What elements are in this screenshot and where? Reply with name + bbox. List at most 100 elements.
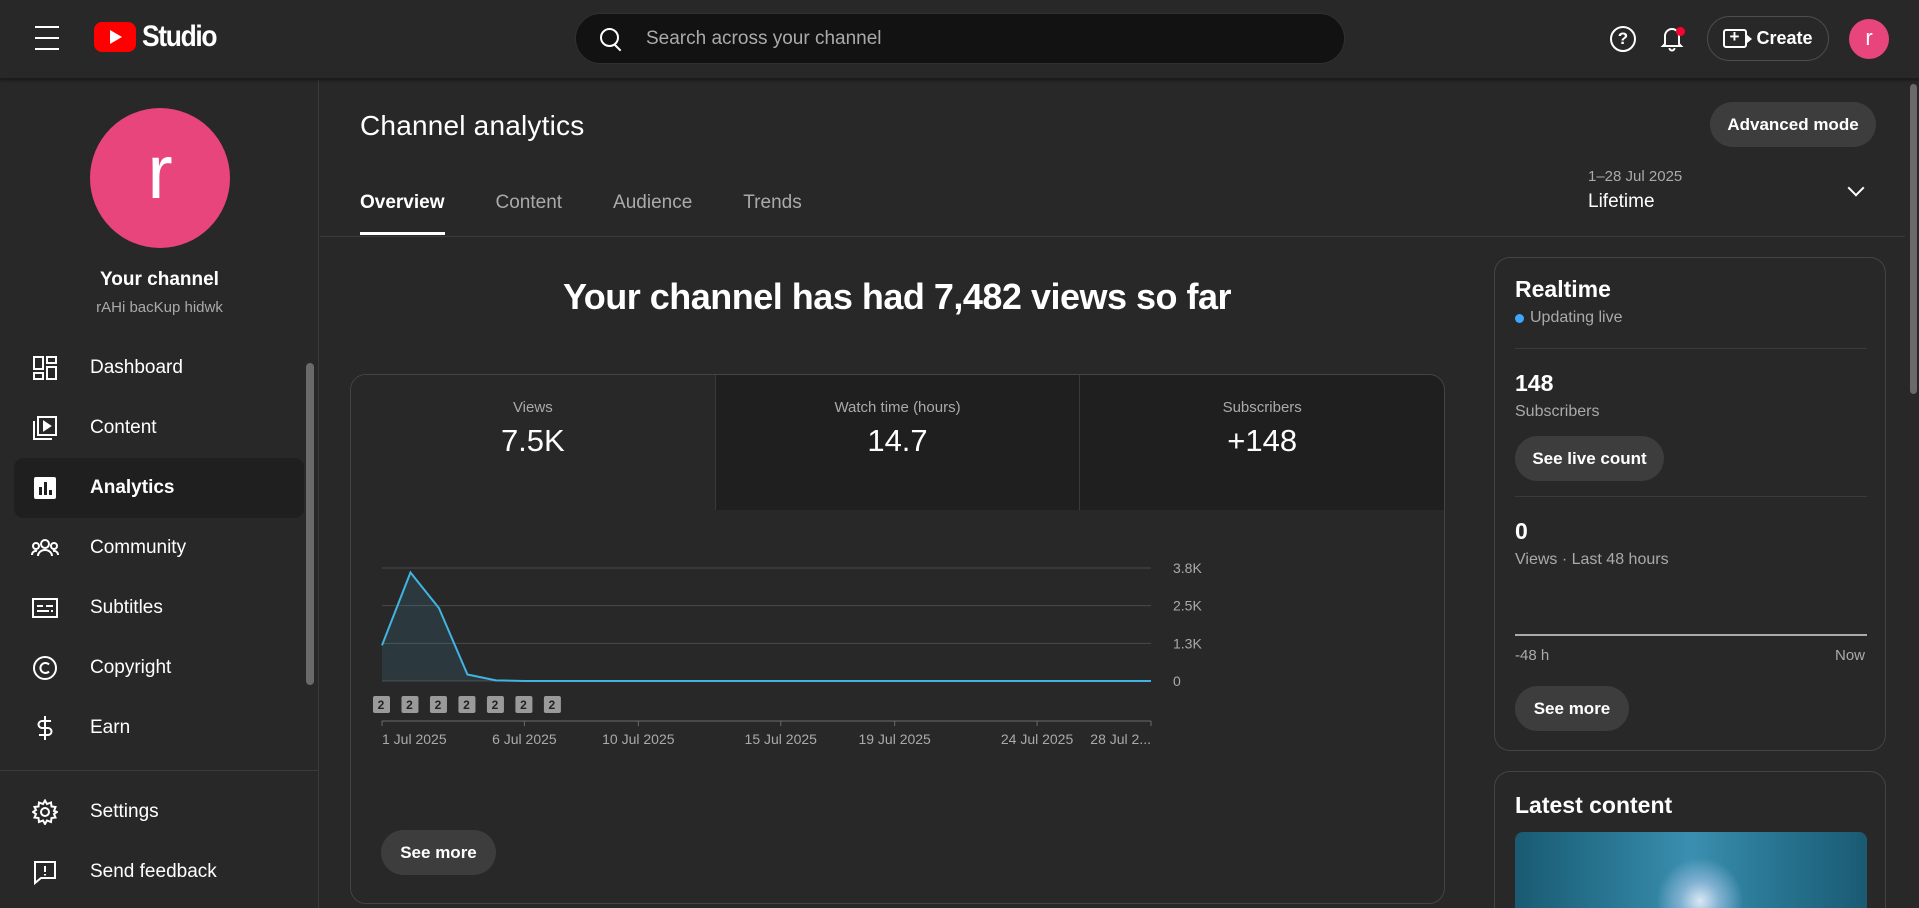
sidebar-item-dashboard[interactable]: Dashboard	[14, 338, 304, 398]
x-tick-label: 19 Jul 2025	[858, 731, 931, 747]
metric-value: 7.5K	[500, 423, 565, 458]
video-thumbnail[interactable]	[1515, 832, 1867, 908]
help-icon[interactable]: ?	[1610, 26, 1636, 52]
sidebar-bottom-nav: Settings Send feedback	[14, 782, 304, 902]
metric-label: Views	[512, 399, 553, 416]
menu-icon[interactable]	[30, 26, 64, 50]
realtime-title: Realtime	[1515, 276, 1611, 302]
metric-value: 14.7	[867, 423, 928, 458]
feedback-icon	[30, 857, 60, 887]
sidebar-nav: Dashboard Content Analytics Community Su…	[14, 338, 304, 758]
advanced-mode-button[interactable]: Advanced mode	[1710, 102, 1876, 147]
channel-avatar[interactable]: r	[90, 108, 230, 248]
sidebar-item-analytics[interactable]: Analytics	[14, 458, 304, 518]
sidebar-item-label: Send feedback	[90, 861, 217, 882]
views-chart[interactable]: 3.8K 2.5K 1.3K 0 2 2 2 2 2 2 2 1 Jul 2025 6 Jul 2025…	[351, 510, 1445, 904]
realtime-see-more-button[interactable]: See more	[1515, 686, 1629, 731]
x-tick-label: 10 Jul 2025	[602, 731, 675, 747]
search-input[interactable]	[646, 27, 1286, 50]
subtitles-icon	[30, 593, 60, 623]
overview-chart-card: Views 7.5K Watch time (hours) 14.7 Subsc…	[350, 374, 1445, 904]
realtime-views-value: 0	[1515, 518, 1528, 544]
y-tick-label: 0	[1173, 673, 1181, 689]
x-tick-label: 24 Jul 2025	[1001, 731, 1074, 747]
annotation-marker-label: 2	[549, 698, 556, 712]
sidebar-item-send-feedback[interactable]: Send feedback	[14, 842, 304, 902]
sidebar-divider	[0, 770, 318, 771]
sidebar-item-subtitles[interactable]: Subtitles	[14, 578, 304, 638]
y-tick-label: 1.3K	[1173, 635, 1202, 651]
search-bar[interactable]	[575, 13, 1345, 64]
sidebar-item-copyright[interactable]: Copyright	[14, 638, 304, 698]
sidebar: r Your channel rAHi bacKup hidwk Dashboa…	[0, 80, 319, 908]
notification-badge	[1676, 27, 1685, 36]
create-video-icon	[1723, 27, 1753, 48]
gear-icon	[30, 797, 60, 827]
see-more-button[interactable]: See more	[381, 830, 496, 875]
sidebar-item-label: Content	[90, 417, 157, 438]
metric-label: Subscribers	[1222, 399, 1302, 416]
metric-label: Watch time (hours)	[834, 399, 961, 416]
date-range-picker[interactable]: 1–28 Jul 2025 Lifetime	[1588, 168, 1888, 218]
copyright-icon	[30, 653, 60, 683]
realtime-status-text: Updating live	[1530, 309, 1623, 326]
sidebar-item-label: Copyright	[90, 657, 172, 678]
y-tick-label: 3.8K	[1173, 560, 1202, 576]
sidebar-item-earn[interactable]: Earn	[14, 698, 304, 758]
tab-overview[interactable]: Overview	[360, 192, 445, 235]
sidebar-item-label: Analytics	[90, 477, 175, 498]
views-area	[382, 572, 1151, 681]
channel-handle: rAHi bacKup hidwk	[96, 299, 223, 316]
create-label: Create	[1756, 28, 1813, 48]
sidebar-item-label: Earn	[90, 717, 131, 738]
annotation-marker-label: 2	[435, 698, 442, 712]
metric-subscribers[interactable]: Subscribers +148	[1079, 375, 1444, 510]
sidebar-item-settings[interactable]: Settings	[14, 782, 304, 842]
analytics-icon	[30, 473, 60, 503]
sidebar-item-label: Community	[90, 537, 187, 558]
annotation-marker-label: 2	[492, 698, 499, 712]
page-title: Channel analytics	[360, 110, 585, 141]
latest-content-title: Latest content	[1515, 792, 1673, 818]
create-button[interactable]: Create	[1707, 16, 1829, 61]
x-tick-label: 1 Jul 2025	[382, 731, 447, 747]
channel-title: Your channel	[100, 269, 219, 290]
sidebar-item-label: Dashboard	[90, 357, 183, 378]
sidebar-item-content[interactable]: Content	[14, 398, 304, 458]
analytics-tabs: Overview Content Audience Trends	[360, 192, 853, 235]
realtime-chart-axis	[1515, 634, 1867, 636]
x-tick-label: 6 Jul 2025	[492, 731, 557, 747]
page-scrollbar[interactable]	[1908, 80, 1919, 908]
see-live-count-button[interactable]: See live count	[1515, 436, 1664, 481]
studio-logo[interactable]: Studio	[94, 20, 226, 54]
search-icon[interactable]	[598, 26, 624, 52]
date-range-value: Lifetime	[1588, 191, 1655, 212]
x-tick-label: 28 Jul 2...	[1090, 731, 1151, 747]
tab-content[interactable]: Content	[496, 192, 563, 235]
content-icon	[30, 413, 60, 443]
metric-watch-time[interactable]: Watch time (hours) 14.7	[714, 375, 1080, 510]
tabs-divider	[320, 236, 1905, 237]
metric-views[interactable]: Views 7.5K	[351, 375, 715, 510]
annotation-marker-label: 2	[463, 698, 470, 712]
earn-icon	[30, 713, 60, 743]
divider	[1515, 348, 1867, 349]
tab-trends[interactable]: Trends	[743, 192, 801, 235]
realtime-subscribers-value: 148	[1515, 370, 1554, 396]
youtube-logo-icon	[94, 22, 136, 52]
realtime-views-label: Views · Last 48 hours	[1515, 551, 1669, 568]
sidebar-item-community[interactable]: Community	[14, 518, 304, 578]
realtime-axis-end: Now	[1834, 647, 1865, 664]
metric-tabs: Views 7.5K Watch time (hours) 14.7 Subsc…	[351, 375, 1444, 510]
sidebar-scrollbar[interactable]	[306, 353, 314, 685]
annotation-marker-label: 2	[378, 698, 385, 712]
account-avatar[interactable]: r	[1849, 19, 1889, 59]
tab-audience[interactable]: Audience	[613, 192, 692, 235]
views-line	[381, 570, 1151, 682]
date-range-text: 1–28 Jul 2025	[1588, 168, 1683, 185]
views-headline: Your channel has had 7,482 views so far	[562, 276, 1232, 317]
sidebar-item-label: Settings	[90, 801, 159, 822]
latest-content-card: Latest content	[1494, 771, 1886, 908]
logo-text: Studio	[142, 20, 218, 53]
sidebar-item-label: Subtitles	[90, 597, 163, 618]
